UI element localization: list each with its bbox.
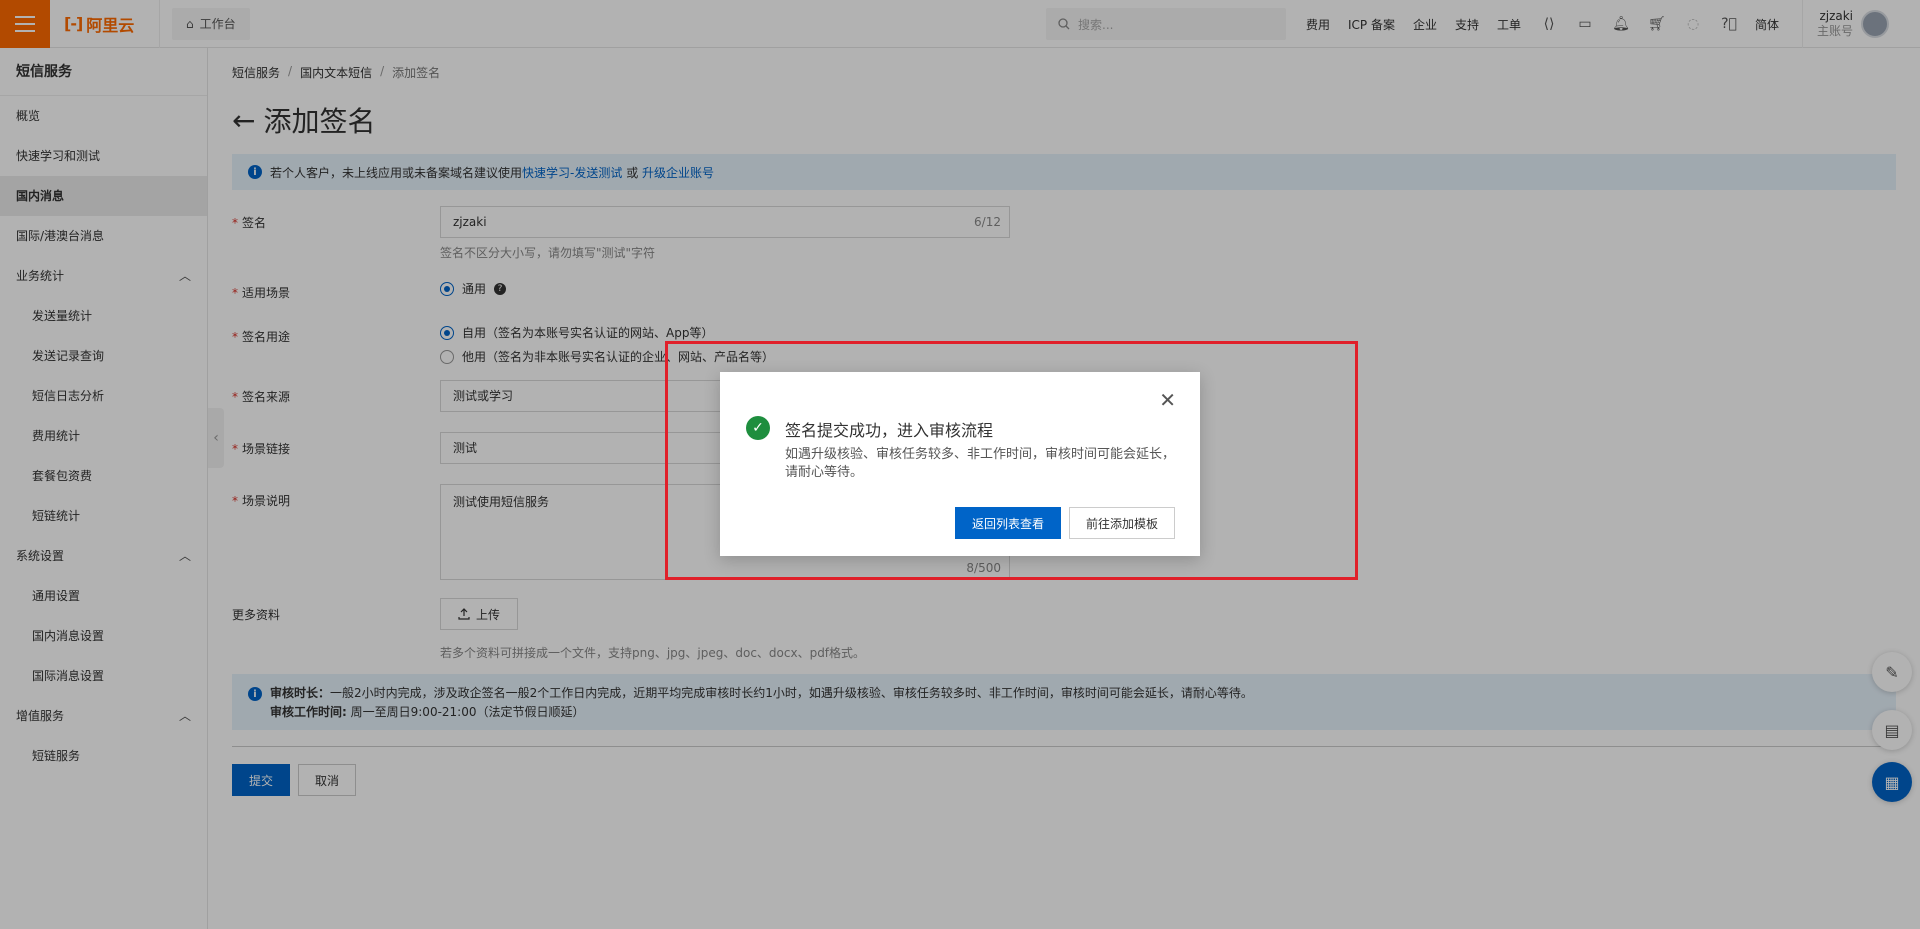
dialog-body: 如遇升级核验、审核任务较多、非工作时间，审核时间可能会延长，请耐心等待。 [785,447,1176,480]
dialog-title: 签名提交成功，进入审核流程 [785,421,994,440]
success-dialog: ✕ ✓ 签名提交成功，进入审核流程 如遇升级核验、审核任务较多、非工作时间，审核… [720,372,1200,556]
go-add-template-button[interactable]: 前往添加模板 [1069,507,1175,539]
check-circle-icon: ✓ [746,416,770,440]
close-icon[interactable]: ✕ [1159,390,1176,410]
back-to-list-button[interactable]: 返回列表查看 [955,507,1061,539]
